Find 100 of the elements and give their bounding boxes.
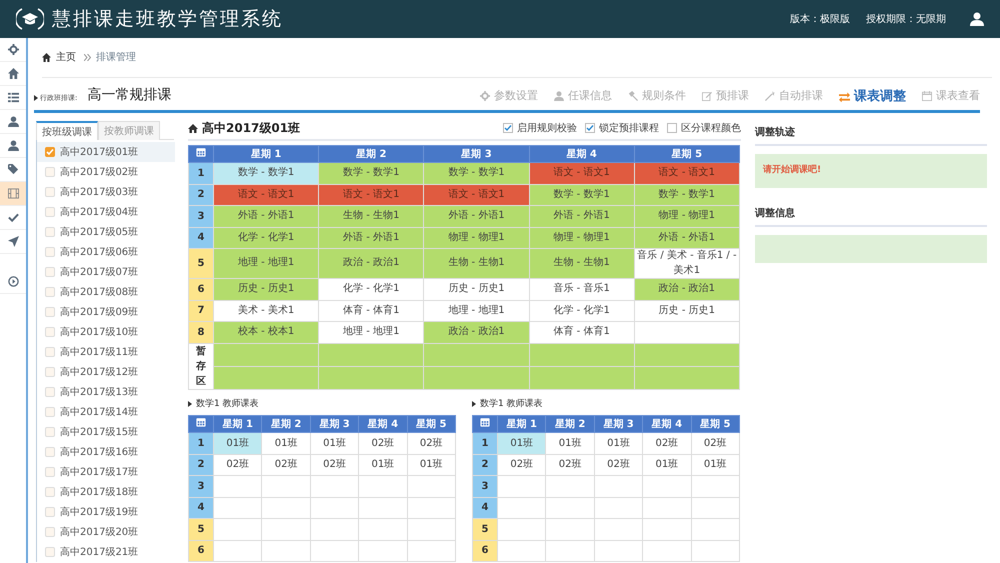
tree-item[interactable]: 高中2017级13班 [60, 384, 138, 400]
checkbox[interactable] [45, 147, 55, 157]
schedule-cell[interactable]: 02班 [214, 454, 262, 476]
lesson-cell[interactable]: 地理 - 地理1 [214, 248, 319, 278]
nav-item[interactable] [0, 182, 26, 206]
schedule-cell[interactable] [310, 497, 359, 518]
lesson-cell[interactable]: 生物 - 生物1 [318, 206, 424, 227]
lesson-cell[interactable]: 生物 - 生物1 [424, 248, 530, 278]
lesson-cell[interactable]: 化学 - 化学1 [529, 300, 634, 322]
checkbox[interactable] [45, 267, 55, 277]
checkbox[interactable] [45, 527, 55, 537]
schedule-cell[interactable]: 02班 [642, 432, 692, 454]
checkbox[interactable] [45, 487, 55, 497]
holding-cell[interactable] [318, 343, 424, 366]
schedule-cell[interactable] [214, 518, 262, 540]
lesson-cell[interactable]: 物理 - 物理1 [634, 206, 740, 227]
schedule-cell[interactable]: 02班 [498, 454, 546, 476]
holding-cell[interactable] [424, 343, 530, 366]
tab[interactable]: 按班级调课 [36, 121, 98, 140]
schedule-cell[interactable]: 01班 [594, 432, 643, 454]
lesson-cell[interactable]: 外语 - 外语1 [529, 206, 634, 227]
lesson-cell[interactable]: 数学 - 数学1 [529, 184, 634, 206]
schedule-cell[interactable] [407, 518, 456, 540]
tree-item[interactable]: 高中2017级18班 [60, 484, 138, 500]
schedule-cell[interactable] [358, 476, 408, 497]
schedule-cell[interactable]: 01班 [262, 432, 310, 454]
tree-item[interactable]: 高中2017级03班 [60, 184, 138, 200]
checkbox[interactable] [45, 467, 55, 477]
lesson-cell[interactable]: 体育 - 体育1 [529, 322, 634, 343]
holding-cell[interactable] [424, 366, 530, 389]
lesson-cell[interactable]: 数学 - 数学1 [318, 162, 424, 184]
tree-item[interactable]: 高中2017级09班 [60, 304, 138, 320]
checkbox[interactable] [45, 347, 55, 357]
schedule-cell[interactable] [407, 476, 456, 497]
schedule-cell[interactable] [594, 518, 643, 540]
lesson-cell[interactable]: 地理 - 地理1 [424, 300, 530, 322]
schedule-cell[interactable]: 01班 [310, 432, 359, 454]
checkbox[interactable] [45, 427, 55, 437]
tree-item[interactable]: 高中2017级12班 [60, 364, 138, 380]
schedule-cell[interactable]: 02班 [407, 432, 456, 454]
schedule-cell[interactable] [594, 476, 643, 497]
checkbox[interactable] [45, 187, 55, 197]
schedule-cell[interactable] [594, 540, 643, 562]
lesson-cell[interactable]: 外语 - 外语1 [214, 206, 319, 227]
schedule-cell[interactable]: 02班 [594, 454, 643, 476]
schedule-cell[interactable] [642, 497, 692, 518]
schedule-cell[interactable] [262, 518, 310, 540]
schedule-cell[interactable]: 01班 [498, 432, 546, 454]
checkbox[interactable] [45, 387, 55, 397]
schedule-cell[interactable] [691, 540, 740, 562]
lesson-cell[interactable]: 音乐 / 美术 - 音乐1 / - 美术1 [634, 248, 740, 278]
checkbox[interactable] [45, 207, 55, 217]
schedule-cell[interactable]: 01班 [691, 454, 740, 476]
schedule-cell[interactable]: 02班 [262, 454, 310, 476]
schedule-cell[interactable] [407, 497, 456, 518]
lesson-cell[interactable]: 地理 - 地理1 [318, 322, 424, 343]
schedule-cell[interactable] [262, 497, 310, 518]
schedule-cell[interactable] [358, 518, 408, 540]
holding-cell[interactable] [214, 366, 319, 389]
holding-cell[interactable] [634, 366, 740, 389]
schedule-cell[interactable] [691, 476, 740, 497]
schedule-cell[interactable] [262, 476, 310, 497]
lesson-cell[interactable]: 外语 - 外语1 [634, 227, 740, 248]
schedule-cell[interactable] [498, 497, 546, 518]
lesson-cell[interactable]: 数学 - 数学1 [214, 162, 319, 184]
lesson-cell[interactable]: 物理 - 物理1 [424, 227, 530, 248]
lesson-cell[interactable]: 外语 - 外语1 [318, 227, 424, 248]
schedule-cell[interactable] [498, 540, 546, 562]
schedule-cell[interactable]: 01班 [642, 454, 692, 476]
lesson-cell[interactable]: 数学 - 数学1 [634, 184, 740, 206]
schedule-cell[interactable]: 01班 [358, 454, 408, 476]
schedule-cell[interactable]: 02班 [546, 454, 594, 476]
lesson-cell[interactable]: 化学 - 化学1 [214, 227, 319, 248]
checkbox[interactable] [585, 123, 595, 133]
lesson-cell[interactable]: 数学 - 数学1 [424, 162, 530, 184]
checkbox[interactable] [45, 287, 55, 297]
schedule-cell[interactable] [642, 540, 692, 562]
schedule-cell[interactable] [594, 497, 643, 518]
user-icon[interactable] [970, 12, 984, 26]
schedule-cell[interactable] [498, 476, 546, 497]
schedule-cell[interactable]: 01班 [546, 432, 594, 454]
schedule-cell[interactable] [310, 476, 359, 497]
lesson-cell[interactable]: 物理 - 物理1 [529, 227, 634, 248]
lesson-cell[interactable]: 政治 - 政治1 [318, 248, 424, 278]
schedule-cell[interactable] [358, 540, 408, 562]
lesson-cell[interactable]: 外语 - 外语1 [424, 206, 530, 227]
checkbox[interactable] [45, 407, 55, 417]
lesson-cell[interactable]: 化学 - 化学1 [318, 278, 424, 300]
tree-item[interactable]: 高中2017级10班 [60, 324, 138, 340]
holding-cell[interactable] [529, 343, 634, 366]
schedule-cell[interactable]: 01班 [214, 432, 262, 454]
tree-item[interactable]: 高中2017级07班 [60, 264, 138, 280]
holding-cell[interactable] [318, 366, 424, 389]
lesson-cell[interactable]: 生物 - 生物1 [529, 248, 634, 278]
tree-item[interactable]: 高中2017级05班 [60, 224, 138, 240]
lesson-cell[interactable]: 历史 - 历史1 [424, 278, 530, 300]
checkbox[interactable] [45, 507, 55, 517]
schedule-cell[interactable] [642, 476, 692, 497]
lesson-cell[interactable]: 政治 - 政治1 [634, 278, 740, 300]
holding-cell[interactable] [529, 366, 634, 389]
